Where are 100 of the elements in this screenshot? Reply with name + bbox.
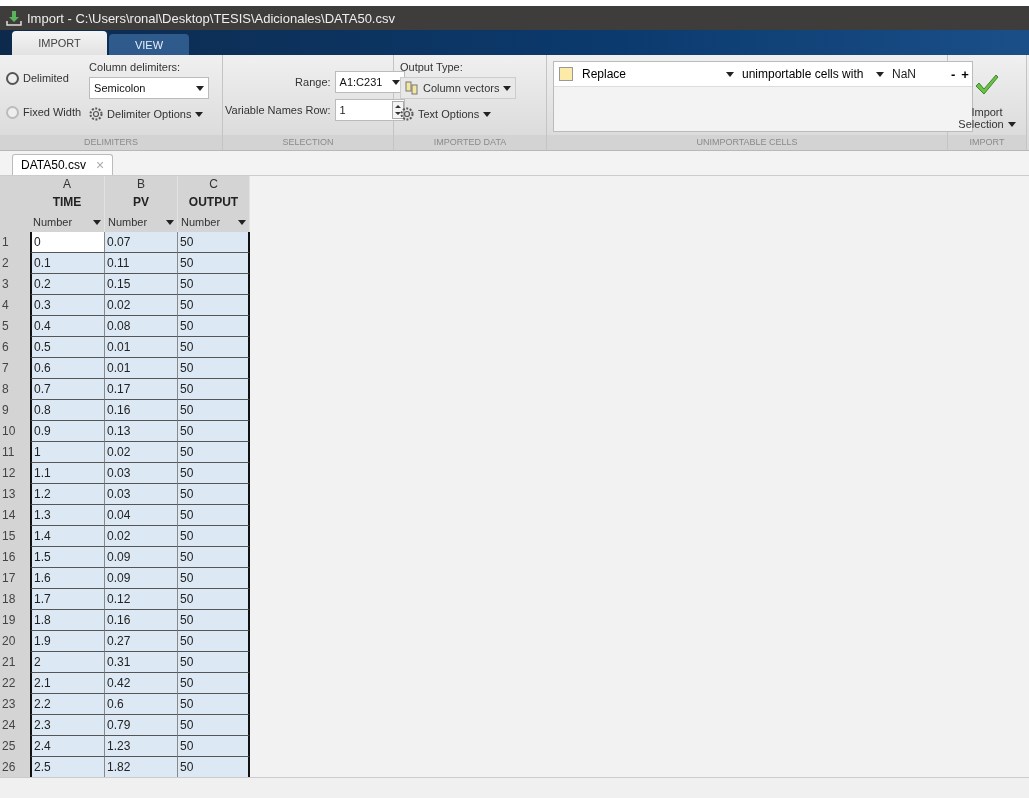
table-cell[interactable]: 50 <box>178 484 250 505</box>
table-cell[interactable]: 2.5 <box>30 757 105 777</box>
table-cell[interactable]: 50 <box>178 316 250 337</box>
table-cell[interactable]: 0.1 <box>30 253 105 274</box>
table-cell[interactable]: 0.13 <box>105 421 178 442</box>
table-cell[interactable]: 0.31 <box>105 652 178 673</box>
table-cell[interactable]: 50 <box>178 442 250 463</box>
checkbox[interactable] <box>559 67 573 81</box>
table-cell[interactable]: 0.9 <box>30 421 105 442</box>
table-cell[interactable]: 50 <box>178 673 250 694</box>
table-cell[interactable]: 0.17 <box>105 379 178 400</box>
table-cell[interactable]: 0.09 <box>105 568 178 589</box>
table-cell[interactable]: 50 <box>178 232 250 253</box>
ribbon-tab[interactable]: IMPORT <box>12 31 107 55</box>
table-cell[interactable]: 50 <box>178 463 250 484</box>
delimiter-options-button[interactable]: Delimiter Options <box>89 103 210 125</box>
table-cell[interactable]: 0.03 <box>105 484 178 505</box>
table-cell[interactable]: 0.15 <box>105 274 178 295</box>
table-cell[interactable]: 50 <box>178 652 250 673</box>
table-cell[interactable]: 0.3 <box>30 295 105 316</box>
ribbon-tab[interactable]: VIEW <box>109 34 189 55</box>
table-cell[interactable]: 2.4 <box>30 736 105 757</box>
table-cell[interactable]: 1 <box>30 442 105 463</box>
table-cell[interactable]: 0.79 <box>105 715 178 736</box>
column-type-dropdown[interactable]: Number <box>105 212 177 232</box>
table-cell[interactable]: 50 <box>178 736 250 757</box>
table-cell[interactable]: 0.16 <box>105 610 178 631</box>
table-cell[interactable]: 1.9 <box>30 631 105 652</box>
table-cell[interactable]: 50 <box>178 694 250 715</box>
table-cell[interactable]: 1.3 <box>30 505 105 526</box>
table-cell[interactable]: 0.6 <box>30 358 105 379</box>
radio-button[interactable]: Fixed Width <box>6 101 82 123</box>
table-cell[interactable]: 1.23 <box>105 736 178 757</box>
table-cell[interactable]: 0.03 <box>105 463 178 484</box>
table-cell[interactable]: 1.7 <box>30 589 105 610</box>
delimiter-dropdown[interactable]: Semicolon <box>89 77 210 99</box>
table-cell[interactable]: 0.2 <box>30 274 105 295</box>
section-label: SELECTION <box>223 135 393 150</box>
table-cell[interactable]: 0.01 <box>105 337 178 358</box>
table-cell[interactable]: 0.07 <box>105 232 178 253</box>
row-number: 1 <box>0 232 30 253</box>
table-cell[interactable]: 0.42 <box>105 673 178 694</box>
table-cell[interactable]: 0.02 <box>105 295 178 316</box>
table-cell[interactable]: 1.8 <box>30 610 105 631</box>
table-cell[interactable]: 0.01 <box>105 358 178 379</box>
table-cell[interactable]: 1.6 <box>30 568 105 589</box>
radio-button[interactable]: Delimited <box>6 67 82 89</box>
table-cell[interactable]: 1.4 <box>30 526 105 547</box>
table-cell[interactable]: 0.16 <box>105 400 178 421</box>
table-cell[interactable]: 50 <box>178 337 250 358</box>
table-cell[interactable]: 50 <box>178 253 250 274</box>
table-cell[interactable]: 0.27 <box>105 631 178 652</box>
table-cell[interactable]: 0.12 <box>105 589 178 610</box>
table-cell[interactable]: 0.7 <box>30 379 105 400</box>
table-cell[interactable]: 50 <box>178 274 250 295</box>
output-type-dropdown[interactable]: Column vectors <box>400 77 517 99</box>
table-cell[interactable]: 2.3 <box>30 715 105 736</box>
table-cell[interactable]: 0.02 <box>105 526 178 547</box>
table-cell[interactable]: 1.1 <box>30 463 105 484</box>
remove-rule-button[interactable]: - <box>948 66 959 82</box>
table-cell[interactable]: 50 <box>178 715 250 736</box>
table-cell[interactable]: 50 <box>178 295 250 316</box>
section-label: UNIMPORTABLE CELLS <box>547 135 947 150</box>
table-cell[interactable]: 0.04 <box>105 505 178 526</box>
condition-dropdown[interactable]: unimportable cells with <box>738 62 888 86</box>
table-cell[interactable]: 50 <box>178 379 250 400</box>
table-cell[interactable]: 50 <box>178 526 250 547</box>
range-dropdown[interactable]: A1:C231 <box>334 71 405 93</box>
table-cell[interactable]: 50 <box>178 631 250 652</box>
table-cell[interactable]: 0.11 <box>105 253 178 274</box>
replacement-value[interactable]: NaN <box>888 67 948 81</box>
table-cell[interactable]: 50 <box>178 610 250 631</box>
table-cell[interactable]: 2.2 <box>30 694 105 715</box>
table-cell[interactable]: 0.4 <box>30 316 105 337</box>
action-dropdown[interactable]: Replace <box>578 62 738 86</box>
table-cell[interactable]: 1.2 <box>30 484 105 505</box>
table-cell[interactable]: 50 <box>178 589 250 610</box>
table-cell[interactable]: 50 <box>178 757 250 777</box>
table-cell[interactable]: 0.6 <box>105 694 178 715</box>
table-cell[interactable]: 2.1 <box>30 673 105 694</box>
table-cell[interactable]: 50 <box>178 547 250 568</box>
table-cell[interactable]: 1.82 <box>105 757 178 777</box>
table-cell[interactable]: 0.02 <box>105 442 178 463</box>
table-cell[interactable]: 0.8 <box>30 400 105 421</box>
column-type-dropdown[interactable]: Number <box>30 212 104 232</box>
table-cell[interactable]: 50 <box>178 421 250 442</box>
table-cell[interactable]: 50 <box>178 568 250 589</box>
table-cell[interactable]: 2 <box>30 652 105 673</box>
column-type-dropdown[interactable]: Number <box>178 212 249 232</box>
add-rule-button[interactable]: + <box>958 66 972 82</box>
names-row-spinner[interactable]: 1 <box>334 99 405 121</box>
table-cell[interactable]: 0.08 <box>105 316 178 337</box>
table-cell[interactable]: 50 <box>178 505 250 526</box>
table-cell[interactable]: 1.5 <box>30 547 105 568</box>
table-cell[interactable]: 0.09 <box>105 547 178 568</box>
table-cell[interactable]: 50 <box>178 400 250 421</box>
table-cell[interactable]: 50 <box>178 358 250 379</box>
document-tab[interactable]: DATA50.csv × <box>12 154 114 175</box>
table-cell[interactable]: 0 <box>30 232 105 253</box>
table-cell[interactable]: 0.5 <box>30 337 105 358</box>
